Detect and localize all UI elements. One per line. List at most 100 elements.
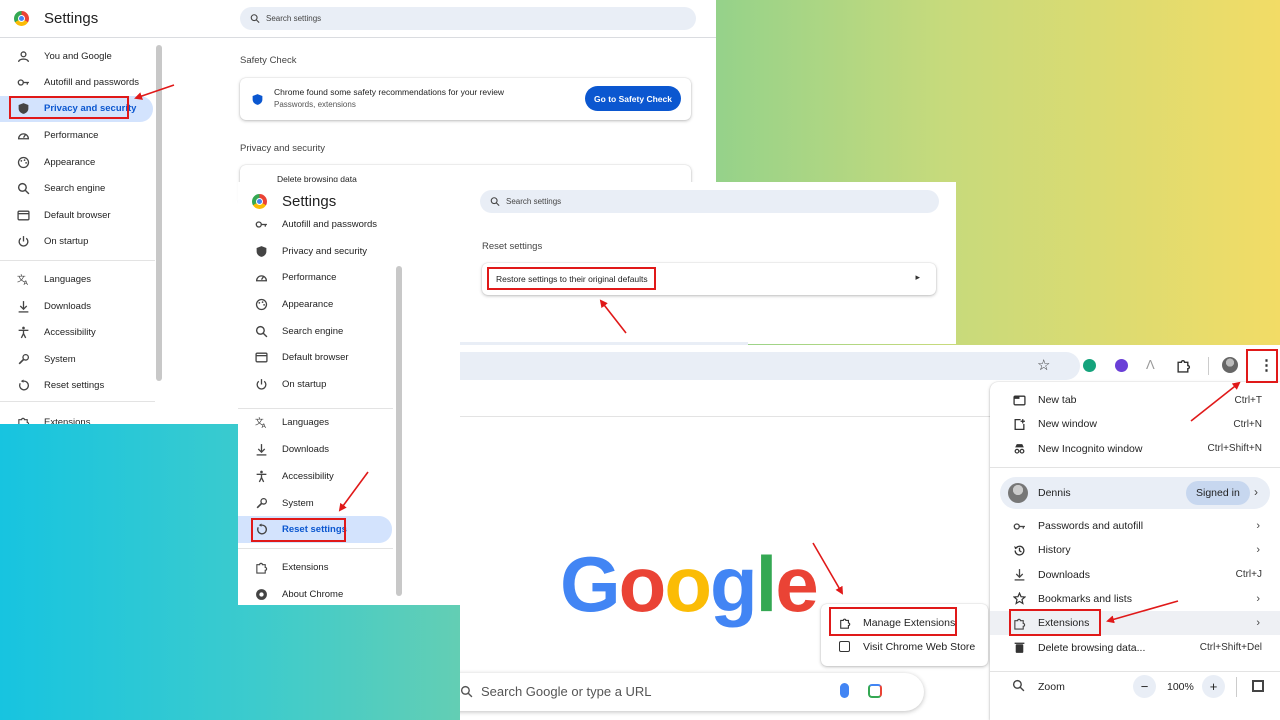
logo-letter: o bbox=[618, 540, 667, 628]
menu-item-shortcut: Ctrl+T bbox=[1234, 394, 1263, 406]
sidebar-item-you-and-google[interactable]: You and Google bbox=[16, 44, 112, 68]
translate-icon: 文A bbox=[16, 272, 30, 286]
sidebar-item-search-engine[interactable]: Search engine bbox=[254, 319, 343, 343]
menu-item-shortcut: Ctrl+J bbox=[1235, 569, 1262, 581]
sidebar-item-label: Search engine bbox=[44, 182, 106, 194]
zoom-divider bbox=[1236, 677, 1237, 697]
menu-item-new-incognito-window[interactable]: New Incognito window Ctrl+Shift+N bbox=[990, 437, 1280, 461]
search-settings-input[interactable]: Search settings bbox=[240, 7, 696, 30]
menu-item-label: Extensions bbox=[1038, 617, 1090, 630]
svg-text:A: A bbox=[261, 421, 266, 428]
sidebar-item-about-chrome[interactable]: About Chrome bbox=[254, 582, 343, 606]
wrench-icon bbox=[16, 352, 30, 366]
go-to-safety-check-button[interactable]: Go to Safety Check bbox=[585, 86, 681, 111]
menu-item-delete-browsing-data[interactable]: Delete browsing data... Ctrl+Shift+Del bbox=[990, 636, 1280, 660]
sidebar-item-on-startup[interactable]: On startup bbox=[16, 229, 88, 253]
sidebar-item-autofill-and-passwords[interactable]: Autofill and passwords bbox=[254, 212, 377, 236]
zoom-in-button[interactable]: + bbox=[1202, 675, 1225, 698]
menu-item-bookmarks-and-lists[interactable]: Bookmarks and lists › bbox=[990, 587, 1280, 611]
logo-letter: o bbox=[664, 540, 712, 628]
voice-search-icon[interactable] bbox=[840, 683, 849, 698]
star-icon bbox=[1012, 592, 1026, 606]
puzzle-icon bbox=[16, 415, 30, 424]
safety-check-heading: Safety Check bbox=[240, 55, 297, 66]
google-lens-icon[interactable] bbox=[868, 684, 882, 698]
sidebar-item-downloads[interactable]: Downloads bbox=[16, 294, 91, 318]
sidebar-item-label: Performance bbox=[282, 271, 337, 283]
menu-item-new-tab[interactable]: New tab Ctrl+T bbox=[990, 388, 1280, 412]
sidebar-item-default-browser[interactable]: Default browser bbox=[254, 345, 349, 369]
browser-icon bbox=[16, 208, 30, 222]
sidebar-item-accessibility[interactable]: Accessibility bbox=[16, 320, 96, 344]
sidebar-item-label: Privacy and security bbox=[282, 245, 368, 257]
sidebar-item-appearance[interactable]: Appearance bbox=[254, 292, 333, 316]
sidebar-item-autofill-and-passwords[interactable]: Autofill and passwords bbox=[16, 70, 139, 94]
menu-item-passwords-and-autofill[interactable]: Passwords and autofill › bbox=[990, 514, 1280, 538]
sidebar-item-search-engine[interactable]: Search engine bbox=[16, 176, 105, 200]
browser-icon bbox=[254, 350, 268, 364]
menu-item-extensions[interactable]: Extensions › bbox=[990, 611, 1280, 636]
safety-check-text: Chrome found some safety recommendations… bbox=[274, 87, 505, 97]
shield-icon bbox=[16, 101, 30, 115]
sidebar-item-privacy-and-security[interactable]: Privacy and security bbox=[254, 239, 367, 263]
menu-item-history[interactable]: History › bbox=[990, 538, 1280, 562]
menu-item-label: New window bbox=[1038, 418, 1097, 431]
profile-name: Dennis bbox=[1038, 487, 1071, 499]
zoom-out-button[interactable]: − bbox=[1133, 675, 1156, 698]
search-icon bbox=[250, 14, 260, 24]
menu-item-downloads[interactable]: Downloads Ctrl+J bbox=[990, 563, 1280, 587]
sidebar-item-accessibility[interactable]: Accessibility bbox=[254, 464, 334, 488]
search-settings-input[interactable]: Search settings bbox=[480, 190, 939, 213]
extensions-puzzle-icon[interactable] bbox=[1176, 358, 1191, 378]
sidebar-item-performance[interactable]: Performance bbox=[16, 123, 98, 147]
extensions-submenu: Manage Extensions Visit Chrome Web Store bbox=[821, 604, 988, 666]
profile-row[interactable]: Dennis Signed in › bbox=[1000, 477, 1270, 509]
fullscreen-icon[interactable] bbox=[1252, 680, 1264, 692]
profile-avatar[interactable] bbox=[1222, 357, 1238, 373]
menu-item-new-window[interactable]: New window Ctrl+N bbox=[990, 412, 1280, 436]
puzzle-icon bbox=[254, 560, 268, 574]
restore-defaults-card[interactable]: Restore settings to their original defau… bbox=[482, 263, 936, 295]
extension-grammarly-icon[interactable] bbox=[1083, 359, 1096, 372]
sidebar-item-label: Extensions bbox=[282, 561, 329, 573]
profile-avatar bbox=[1008, 483, 1028, 503]
sidebar-item-downloads[interactable]: Downloads bbox=[254, 437, 329, 461]
bookmark-star-icon[interactable]: ☆ bbox=[1037, 356, 1050, 374]
google-search-box[interactable]: Search Google or type a URL bbox=[460, 673, 924, 711]
sidebar-item-label: Default browser bbox=[44, 209, 111, 221]
puzzle-icon bbox=[839, 616, 851, 634]
sidebar-item-system[interactable]: System bbox=[16, 347, 76, 371]
extension-triangle-icon[interactable]: Λ bbox=[1146, 357, 1155, 372]
sidebar-scrollbar[interactable] bbox=[396, 266, 402, 596]
key-icon bbox=[1012, 519, 1026, 533]
sidebar-item-extensions[interactable]: Extensions bbox=[16, 410, 90, 424]
sidebar-item-privacy-and-security[interactable]: Privacy and security bbox=[16, 96, 136, 120]
sidebar-item-default-browser[interactable]: Default browser bbox=[16, 203, 111, 227]
sidebar-scrollbar[interactable] bbox=[156, 45, 162, 381]
extension-purple-icon[interactable] bbox=[1115, 359, 1128, 372]
sidebar-item-performance[interactable]: Performance bbox=[254, 265, 336, 289]
chrome-menu: New tab Ctrl+T New window Ctrl+N New Incogni… bbox=[990, 382, 1280, 720]
manage-extensions-item[interactable]: Manage Extensions bbox=[821, 612, 988, 634]
address-bar[interactable] bbox=[460, 352, 1080, 380]
more-menu-icon[interactable]: ⋮ bbox=[1259, 356, 1274, 374]
sidebar-item-languages[interactable]: 文 A Languages bbox=[16, 267, 92, 291]
visit-web-store-item[interactable]: Visit Chrome Web Store bbox=[821, 636, 988, 658]
sidebar-item-label: On startup bbox=[44, 235, 89, 247]
sidebar-item-label: Reset settings bbox=[44, 379, 105, 391]
signed-in-badge: Signed in bbox=[1186, 481, 1250, 505]
sidebar-item-appearance[interactable]: Appearance bbox=[16, 150, 95, 174]
sidebar-item-label: Reset settings bbox=[282, 523, 347, 535]
sidebar-item-reset-settings[interactable]: Reset settings bbox=[16, 373, 104, 397]
sidebar-item-on-startup[interactable]: On startup bbox=[254, 372, 326, 396]
download-icon bbox=[1012, 568, 1026, 582]
search-icon bbox=[460, 685, 473, 703]
sidebar-item-system[interactable]: System bbox=[254, 491, 314, 515]
chevron-right-icon: › bbox=[1256, 617, 1260, 630]
sidebar-item-languages[interactable]: 文 A Languages bbox=[254, 410, 330, 434]
sidebar-item-label: Accessibility bbox=[44, 326, 96, 338]
sidebar-item-extensions[interactable]: Extensions bbox=[254, 555, 328, 579]
sidebar-item-reset-settings[interactable]: Reset settings bbox=[254, 517, 347, 541]
sidebar-item-label: Privacy and security bbox=[44, 102, 137, 114]
restore-defaults-label: Restore settings to their original defau… bbox=[496, 274, 648, 284]
